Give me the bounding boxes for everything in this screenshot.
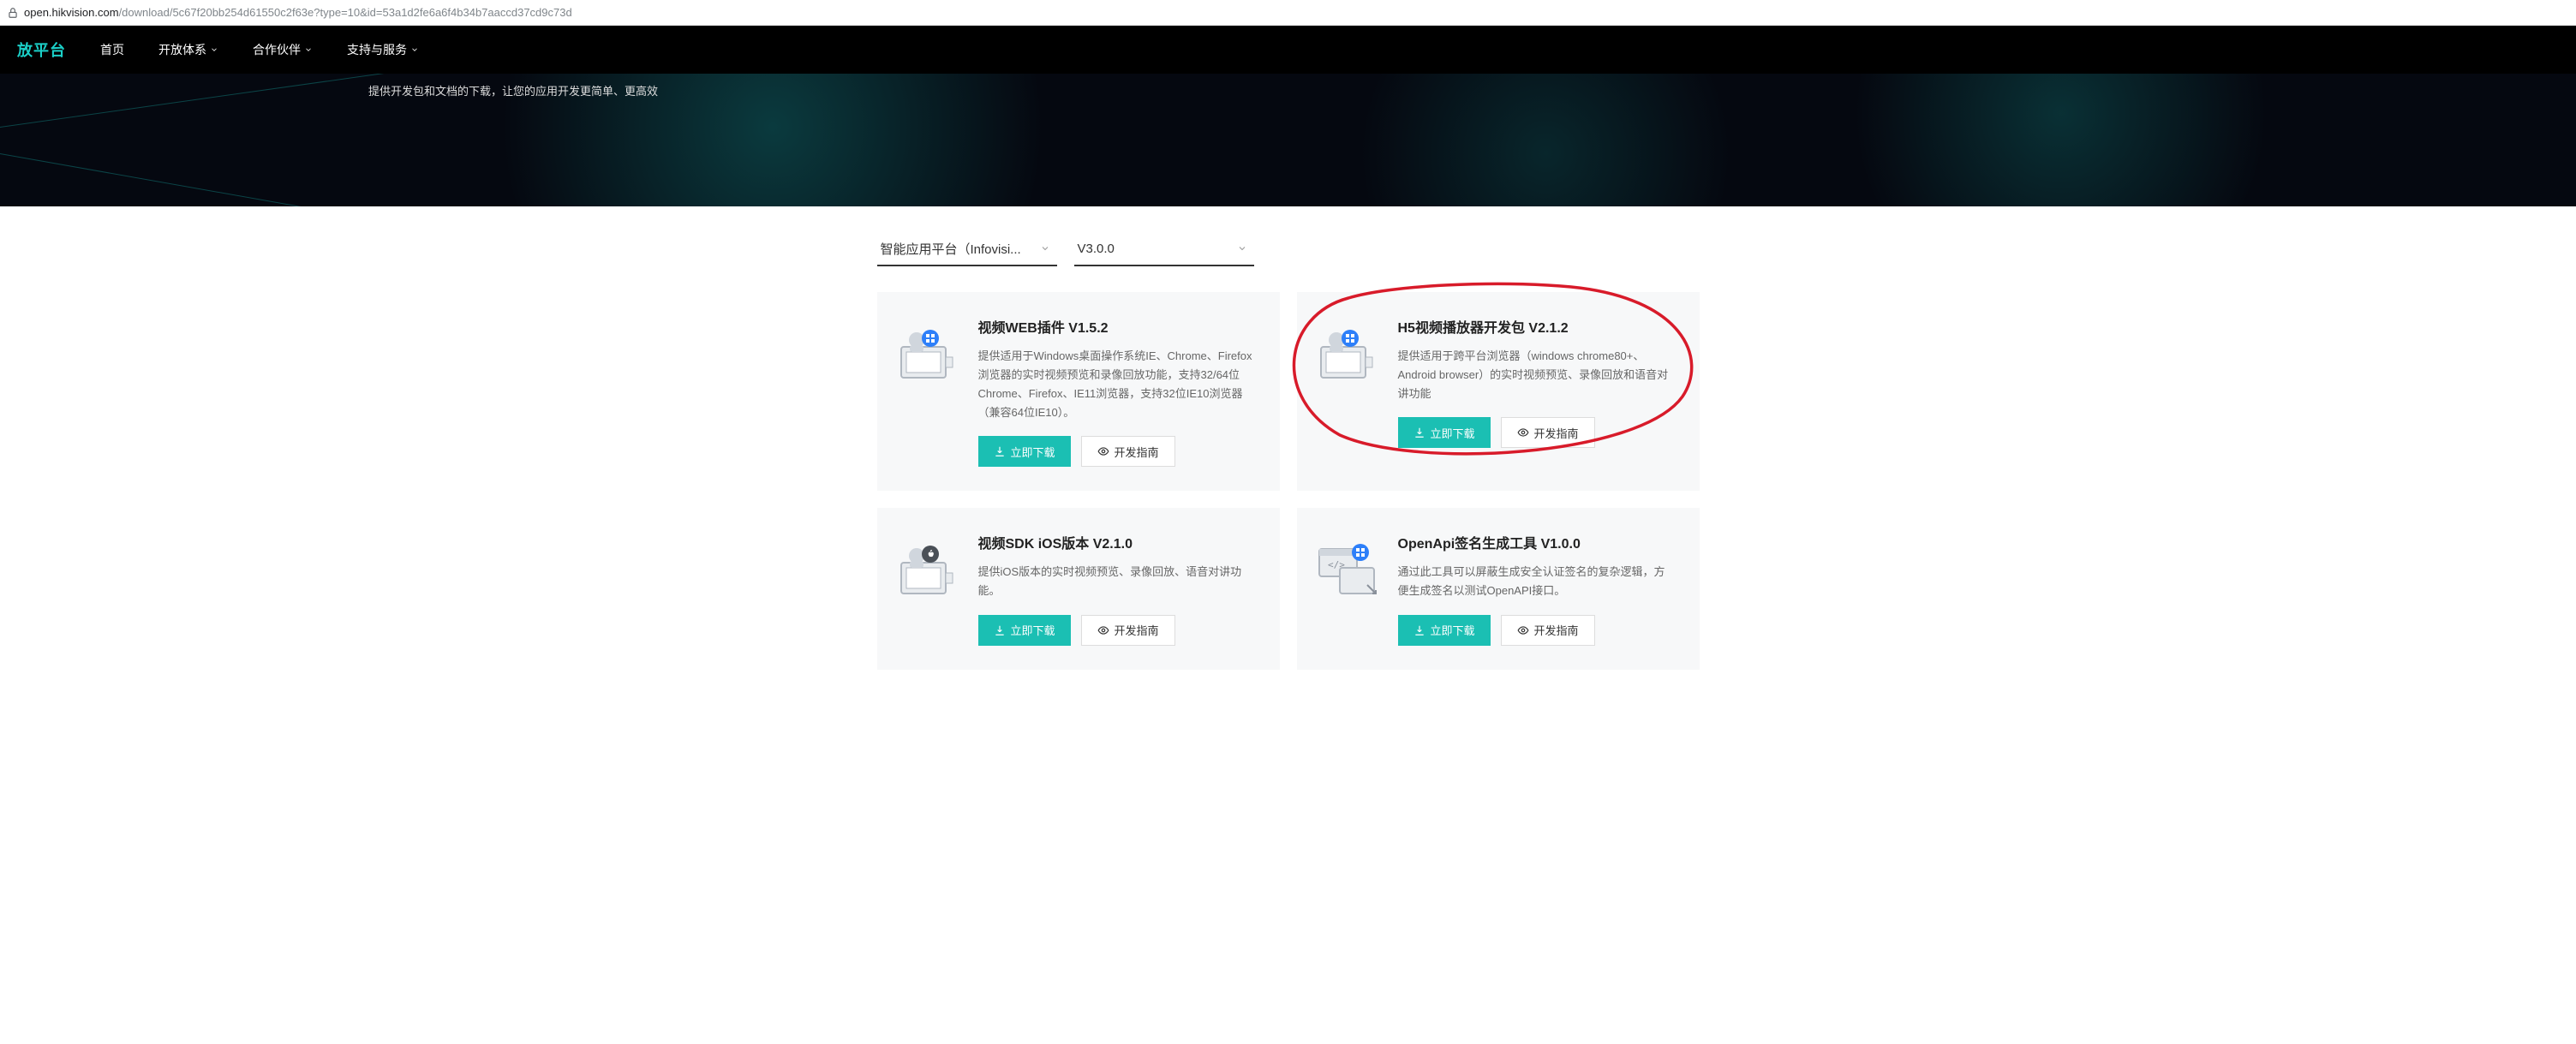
guide-button[interactable]: 开发指南: [1501, 615, 1595, 646]
download-button[interactable]: 立即下载: [978, 436, 1071, 467]
nav-item-2[interactable]: 合作伙伴: [253, 41, 313, 58]
download-icon: [994, 624, 1006, 636]
top-nav: 放平台 首页 开放体系 合作伙伴 支持与服务: [0, 26, 2576, 74]
nav-item-label: 支持与服务: [347, 41, 407, 58]
chevron-down-icon: [304, 45, 313, 54]
guide-button-label: 开发指南: [1534, 622, 1579, 638]
hero-subtitle: 提供开发包和文档的下载，让您的应用开发更简单、更高效: [368, 82, 658, 98]
product-icon: </>: [1316, 544, 1383, 600]
guide-button-label: 开发指南: [1115, 622, 1159, 638]
download-button-label: 立即下载: [1011, 444, 1055, 460]
eye-icon: [1097, 624, 1109, 636]
nav-item-label: 开放体系: [158, 41, 206, 58]
card-desc: 提供适用于跨平台浏览器（windows chrome80+、Android br…: [1398, 347, 1672, 403]
logo[interactable]: 放平台: [17, 39, 66, 61]
filter-bar: 智能应用平台（Infovisi... V3.0.0: [877, 232, 1700, 266]
download-button[interactable]: 立即下载: [1398, 615, 1491, 646]
chevron-down-icon: [1237, 243, 1247, 254]
download-card: 视频SDK iOS版本 V2.1.0 提供iOS版本的实时视频预览、录像回放、语音…: [877, 508, 1280, 669]
version-select[interactable]: V3.0.0: [1074, 232, 1254, 266]
eye-icon: [1097, 445, 1109, 457]
eye-icon: [1517, 427, 1529, 438]
card-buttons: 立即下载 开发指南: [978, 436, 1252, 467]
card-title: OpenApi签名生成工具 V1.0.0: [1398, 532, 1672, 552]
eye-icon: [1517, 624, 1529, 636]
product-icon: [896, 328, 963, 385]
download-button[interactable]: 立即下载: [978, 615, 1071, 646]
product-icon: [1316, 328, 1383, 385]
url-text: open.hikvision.com/download/5c67f20bb254…: [24, 6, 572, 19]
chevron-down-icon: [410, 45, 419, 54]
card-title: 视频SDK iOS版本 V2.1.0: [978, 532, 1252, 552]
guide-button[interactable]: 开发指南: [1081, 436, 1175, 467]
card-desc: 提供适用于Windows桌面操作系统IE、Chrome、Firefox浏览器的实…: [978, 347, 1252, 422]
download-card: </> OpenApi签名生成工具 V1.0.0 通过此工具可以屏蔽生成安全认证签…: [1297, 508, 1700, 669]
download-button-label: 立即下载: [1011, 622, 1055, 638]
guide-button[interactable]: 开发指南: [1501, 417, 1595, 448]
card-buttons: 立即下载 开发指南: [1398, 417, 1672, 448]
card-title: H5视频播放器开发包 V2.1.2: [1398, 316, 1672, 337]
download-card: 视频WEB插件 V1.5.2 提供适用于Windows桌面操作系统IE、Chrom…: [877, 292, 1280, 491]
hero-banner: 提供开发包和文档的下载，让您的应用开发更简单、更高效: [0, 74, 2576, 206]
card-desc: 通过此工具可以屏蔽生成安全认证签名的复杂逻辑，方便生成签名以测试OpenAPI接…: [1398, 563, 1672, 600]
guide-button-label: 开发指南: [1534, 425, 1579, 441]
main-content: 智能应用平台（Infovisi... V3.0.0 视频WEB插件 V1.5.2…: [0, 206, 2576, 721]
chevron-down-icon: [210, 45, 218, 54]
download-icon: [994, 445, 1006, 457]
guide-button[interactable]: 开发指南: [1081, 615, 1175, 646]
product-icon: [896, 544, 963, 600]
chevron-down-icon: [1040, 243, 1050, 254]
nav-item-1[interactable]: 开放体系: [158, 41, 218, 58]
card-buttons: 立即下载 开发指南: [978, 615, 1252, 646]
card-desc: 提供iOS版本的实时视频预览、录像回放、语音对讲功能。: [978, 563, 1252, 600]
download-grid: 视频WEB插件 V1.5.2 提供适用于Windows桌面操作系统IE、Chrom…: [877, 292, 1700, 670]
download-card: H5视频播放器开发包 V2.1.2 提供适用于跨平台浏览器（windows chr…: [1297, 292, 1700, 491]
download-button[interactable]: 立即下载: [1398, 417, 1491, 448]
nav-item-label: 合作伙伴: [253, 41, 301, 58]
nav-item-3[interactable]: 支持与服务: [347, 41, 419, 58]
guide-button-label: 开发指南: [1115, 444, 1159, 460]
nav-item-0[interactable]: 首页: [100, 41, 124, 58]
address-bar[interactable]: open.hikvision.com/download/5c67f20bb254…: [0, 0, 2576, 26]
download-button-label: 立即下载: [1431, 622, 1475, 638]
download-icon: [1414, 624, 1425, 636]
card-title: 视频WEB插件 V1.5.2: [978, 316, 1252, 337]
download-icon: [1414, 427, 1425, 438]
card-buttons: 立即下载 开发指南: [1398, 615, 1672, 646]
lock-icon: [7, 7, 19, 19]
platform-select[interactable]: 智能应用平台（Infovisi...: [877, 232, 1057, 266]
platform-select-value: 智能应用平台（Infovisi...: [881, 240, 1021, 258]
version-select-value: V3.0.0: [1078, 242, 1115, 256]
download-button-label: 立即下载: [1431, 425, 1475, 441]
nav-item-label: 首页: [100, 41, 124, 58]
